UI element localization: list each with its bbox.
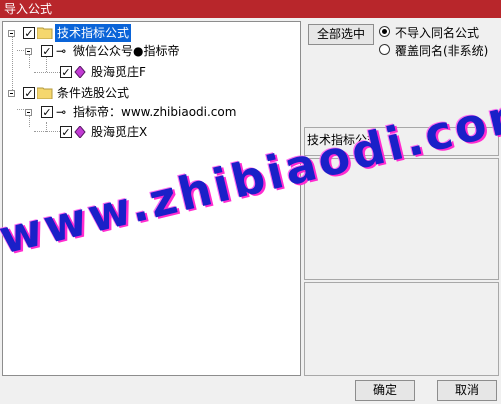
radio-overwrite-label: 覆盖同名(非系统) [395,44,489,58]
tree-node-wechat[interactable]: ✓ ⊸ 微信公众号●指标帝 [3,42,300,60]
tree-node-screening-formulas[interactable]: ✓ 条件选股公式 [3,84,300,102]
tree-node-formula-f[interactable]: ✓ 股海觅庄F [3,63,300,81]
key-icon: ⊸ [56,105,67,119]
tree-node-tech-formulas[interactable]: ✓ 技术指标公式 [3,24,300,42]
info-header-text: 技术指标公式 [307,133,380,147]
checkbox[interactable]: ✓ [60,66,72,78]
tree-node-label: 股海觅庄F [91,65,146,79]
description-panel [304,158,499,280]
tree-node-label: 指标帝：www.zhibiaodi.com [73,105,237,119]
checkbox[interactable]: ✓ [60,126,72,138]
collapse-toggle[interactable] [8,90,15,97]
radio-skip-duplicates[interactable] [379,26,390,37]
collapse-toggle[interactable] [25,48,32,55]
folder-icon [37,87,53,99]
tree-node-label: 技术指标公式 [55,24,132,42]
collapse-toggle[interactable] [8,30,15,37]
checkbox[interactable]: ✓ [41,45,53,57]
info-header-panel: 技术指标公式 [304,127,499,156]
radio-skip-duplicates-label: 不导入同名公式 [395,26,480,40]
tree-node-label: 微信公众号●指标帝 [73,44,180,58]
details-panel [304,282,499,376]
formula-tree[interactable]: ✓ 技术指标公式 ✓ ⊸ 微信公众号●指标帝 ✓ 股海觅庄F ✓ 条件选股公式 … [2,21,301,376]
tree-node-zhibiaodi[interactable]: ✓ ⊸ 指标帝：www.zhibiaodi.com [3,103,300,121]
checkbox[interactable]: ✓ [23,87,35,99]
select-all-button[interactable]: 全部选中 [308,24,374,45]
key-icon: ⊸ [56,44,67,58]
checkbox[interactable]: ✓ [23,27,35,39]
window-title: 导入公式 [4,2,53,16]
diamond-icon [74,126,86,138]
tree-node-formula-x[interactable]: ✓ 股海觅庄X [3,123,300,141]
radio-overwrite[interactable] [379,44,390,55]
title-bar: 导入公式 [0,0,501,18]
tree-node-label: 股海觅庄X [91,125,148,139]
diamond-icon [74,66,86,78]
checkbox[interactable]: ✓ [41,106,53,118]
tree-node-label: 条件选股公式 [57,86,130,100]
collapse-toggle[interactable] [25,109,32,116]
folder-icon [37,27,53,39]
cancel-button[interactable]: 取消 [437,380,497,401]
ok-button[interactable]: 确定 [355,380,415,401]
